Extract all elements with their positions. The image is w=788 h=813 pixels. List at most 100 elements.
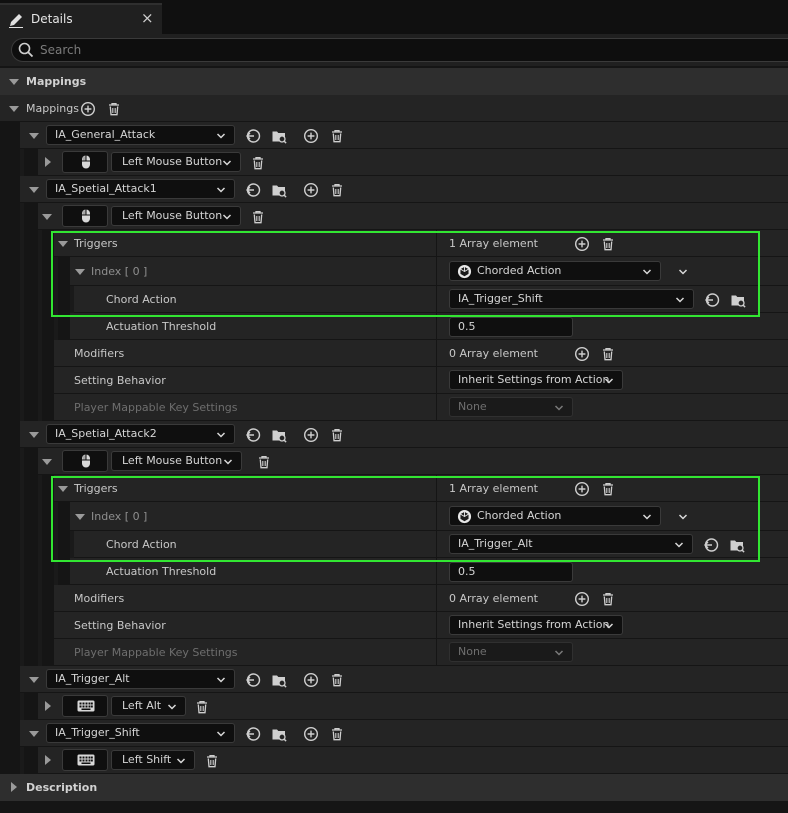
trash-icon[interactable] [329, 182, 345, 198]
expand-arrow-icon[interactable] [45, 755, 51, 765]
chord-action-combo[interactable]: IA_Trigger_Shift [449, 289, 694, 309]
key-selector[interactable] [62, 450, 108, 472]
chord-action-combo[interactable]: IA_Trigger_Alt [449, 534, 693, 554]
close-icon[interactable]: × [141, 9, 154, 27]
trash-icon[interactable] [204, 753, 220, 769]
trash-icon[interactable] [194, 699, 210, 715]
chevron-down-icon [604, 621, 614, 631]
trigger-type: Chorded Action [477, 509, 562, 522]
add-element-icon[interactable] [574, 481, 590, 497]
add-element-icon[interactable] [303, 182, 319, 198]
trash-icon[interactable] [256, 454, 272, 470]
browse-icon[interactable] [271, 128, 287, 144]
action-combo[interactable]: IA_Spetial_Attack1 [46, 179, 235, 199]
trash-icon[interactable] [600, 481, 616, 497]
add-element-icon[interactable] [303, 128, 319, 144]
use-selected-icon[interactable] [245, 427, 261, 443]
use-selected-icon[interactable] [704, 292, 720, 308]
behavior-value: Inherit Settings from Action [458, 618, 610, 631]
use-selected-icon[interactable] [245, 726, 261, 742]
key-selector[interactable] [62, 205, 108, 227]
index-label: Index [ 0 ] [91, 265, 148, 278]
trash-icon[interactable] [600, 591, 616, 607]
browse-icon[interactable] [729, 537, 745, 553]
collapse-arrow-icon[interactable] [58, 486, 68, 492]
collapse-arrow-icon[interactable] [29, 677, 39, 683]
index-label: Index [ 0 ] [91, 510, 148, 523]
trigger-index-row: Index [ 0 ] Chorded Action [0, 257, 788, 286]
use-selected-icon[interactable] [703, 537, 719, 553]
browse-icon[interactable] [730, 292, 746, 308]
mouse-icon [78, 208, 94, 224]
action-name: IA_Trigger_Shift [55, 726, 140, 739]
trash-icon[interactable] [329, 672, 345, 688]
category-mappings[interactable]: Mappings [0, 68, 788, 95]
expand-arrow-icon[interactable] [45, 157, 51, 167]
collapse-arrow-icon[interactable] [58, 241, 68, 247]
action-combo[interactable]: IA_Trigger_Shift [46, 723, 235, 743]
behavior-combo[interactable]: Inherit Settings from Action [449, 615, 623, 635]
browse-icon[interactable] [271, 182, 287, 198]
expand-arrow-icon[interactable] [11, 782, 17, 792]
trash-icon[interactable] [329, 128, 345, 144]
key-selector[interactable] [62, 151, 108, 173]
key-combo[interactable]: Left Mouse Button [111, 206, 241, 226]
trigger-type-combo[interactable]: Chorded Action [449, 261, 661, 281]
browse-icon[interactable] [271, 672, 287, 688]
key-combo[interactable]: Left Alt [111, 696, 186, 716]
add-element-icon[interactable] [303, 427, 319, 443]
add-element-icon[interactable] [303, 672, 319, 688]
trash-icon[interactable] [600, 236, 616, 252]
search-input[interactable]: Search [11, 38, 788, 62]
use-selected-icon[interactable] [245, 128, 261, 144]
add-element-icon[interactable] [80, 101, 96, 117]
action-combo[interactable]: IA_Trigger_Alt [46, 669, 235, 689]
trash-icon[interactable] [329, 427, 345, 443]
add-element-icon[interactable] [574, 346, 590, 362]
behavior-combo[interactable]: Inherit Settings from Action [449, 370, 623, 390]
collapse-arrow-icon[interactable] [42, 459, 52, 465]
key-spetial-attack2: Left Mouse Button [0, 448, 788, 475]
threshold-input[interactable]: 0.5 [449, 317, 573, 337]
use-selected-icon[interactable] [245, 672, 261, 688]
collapse-arrow-icon[interactable] [9, 79, 19, 85]
actuation-threshold-row: Actuation Threshold 0.5 [0, 558, 788, 585]
trash-icon[interactable] [106, 101, 122, 117]
add-element-icon[interactable] [574, 591, 590, 607]
collapse-arrow-icon[interactable] [9, 106, 19, 112]
trigger-type-combo[interactable]: Chorded Action [449, 506, 661, 526]
expand-arrow-icon[interactable] [45, 701, 51, 711]
key-combo[interactable]: Left Mouse Button [111, 451, 242, 471]
collapse-arrow-icon[interactable] [75, 269, 85, 275]
collapse-arrow-icon[interactable] [75, 514, 85, 520]
add-element-icon[interactable] [303, 726, 319, 742]
category-title: Description [26, 781, 98, 794]
key-selector[interactable] [62, 695, 108, 717]
browse-icon[interactable] [271, 726, 287, 742]
tab-details[interactable]: Details × [0, 3, 162, 34]
collapse-arrow-icon[interactable] [29, 187, 39, 193]
collapse-arrow-icon[interactable] [29, 133, 39, 139]
threshold-label: Actuation Threshold [106, 565, 217, 578]
modifiers-label: Modifiers [74, 347, 125, 360]
trash-icon[interactable] [250, 155, 266, 171]
collapse-arrow-icon[interactable] [29, 731, 39, 737]
collapse-arrow-icon[interactable] [42, 214, 52, 220]
modifiers-count: 0 Array element [449, 347, 538, 360]
action-combo[interactable]: IA_General_Attack [46, 125, 235, 145]
add-element-icon[interactable] [574, 236, 590, 252]
key-combo[interactable]: Left Mouse Button [111, 152, 241, 172]
key-selector[interactable] [62, 749, 108, 771]
trash-icon[interactable] [600, 346, 616, 362]
threshold-input[interactable]: 0.5 [449, 562, 573, 582]
use-selected-icon[interactable] [245, 182, 261, 198]
trash-icon[interactable] [250, 209, 266, 225]
category-description[interactable]: Description [0, 774, 788, 801]
key-combo[interactable]: Left Shift [111, 750, 195, 770]
chevron-down-icon[interactable] [678, 267, 688, 277]
trash-icon[interactable] [329, 726, 345, 742]
collapse-arrow-icon[interactable] [29, 432, 39, 438]
browse-icon[interactable] [271, 427, 287, 443]
chevron-down-icon[interactable] [678, 512, 688, 522]
action-combo[interactable]: IA_Spetial_Attack2 [46, 424, 235, 444]
